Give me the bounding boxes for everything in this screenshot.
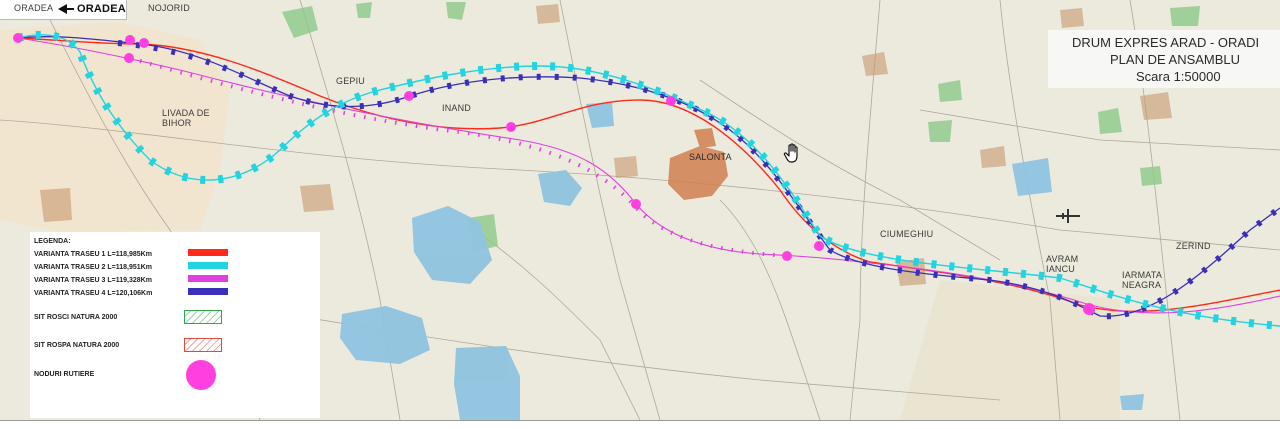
road-node <box>814 241 824 251</box>
legend-label-rospa: SIT ROSPA NATURA 2000 <box>34 342 120 349</box>
legend-label-route-4: VARIANTA TRASEU 4 L=120,106Km <box>34 290 153 297</box>
place-neagra: NEAGRA <box>1122 280 1162 290</box>
legend-box: LEGENDA: VARIANTA TRASEU 1 L=118,985Km V… <box>30 232 320 418</box>
title-line-3: Scara 1:50000 <box>1136 69 1221 84</box>
place-oradea-small: ORADEA <box>14 3 54 13</box>
title-line-1: DRUM EXPRES ARAD - ORADI <box>1072 35 1260 50</box>
place-livada: LIVADA DE <box>162 108 210 118</box>
road-node <box>666 96 676 106</box>
title-line-2: PLAN DE ANSAMBLU <box>1110 52 1241 67</box>
legend-label-rosci: SIT ROSCI NATURA 2000 <box>34 314 118 321</box>
place-iarmata: IARMATA <box>1122 270 1163 280</box>
legend-label-route-1: VARIANTA TRASEU 1 L=118,985Km <box>34 251 152 258</box>
legend-label-route-2: VARIANTA TRASEU 2 L=118,951Km <box>34 264 152 271</box>
road-node <box>124 53 134 63</box>
place-inand: INAND <box>442 103 472 113</box>
legend-swatch-route-1 <box>188 249 228 256</box>
legend-swatch-node <box>186 360 216 390</box>
legend-swatch-route-3 <box>188 275 228 282</box>
place-avram: AVRAM <box>1046 254 1079 264</box>
oradea-direction-tag: ORADEA ORADEA <box>0 0 127 20</box>
place-oradea-arrow: ORADEA <box>77 3 126 15</box>
legend-label-route-3: VARIANTA TRASEU 3 L=119,328Km <box>34 277 152 284</box>
place-bihor: BIHOR <box>162 118 192 128</box>
place-iancu: IANCU <box>1046 264 1076 274</box>
road-node <box>125 35 135 45</box>
legend-swatch-rospa <box>184 338 222 352</box>
road-node <box>782 251 792 261</box>
road-node <box>506 122 516 132</box>
legend-swatch-route-4 <box>188 288 228 295</box>
oradea-urban-tint <box>0 22 230 232</box>
road-node <box>631 199 641 209</box>
map-title-box: DRUM EXPRES ARAD - ORADI PLAN DE ANSAMBL… <box>1048 30 1280 88</box>
place-ciumeghiu: CIUMEGHIU <box>880 229 934 239</box>
road-node <box>1083 303 1095 315</box>
hand-cursor-icon <box>783 143 798 163</box>
place-salonta: SALONTA <box>689 152 732 162</box>
legend-swatch-route-2 <box>188 262 228 269</box>
legend-swatch-rosci <box>184 310 222 324</box>
place-zerind: ZERIND <box>1176 241 1211 251</box>
road-node <box>404 91 414 101</box>
arrow-shaft <box>66 8 74 10</box>
legend-title: LEGENDA: <box>34 238 71 245</box>
legend-label-noduri: NODURI RUTIERE <box>34 371 95 378</box>
road-node <box>139 38 149 48</box>
place-gepiu: GEPIU <box>336 76 366 86</box>
map-viewer[interactable]: ORADEA ORADEA NOJORID GEPIU INAND LIVADA… <box>0 0 1280 420</box>
road-node <box>13 33 23 43</box>
place-nojorid: NOJORID <box>148 3 190 13</box>
